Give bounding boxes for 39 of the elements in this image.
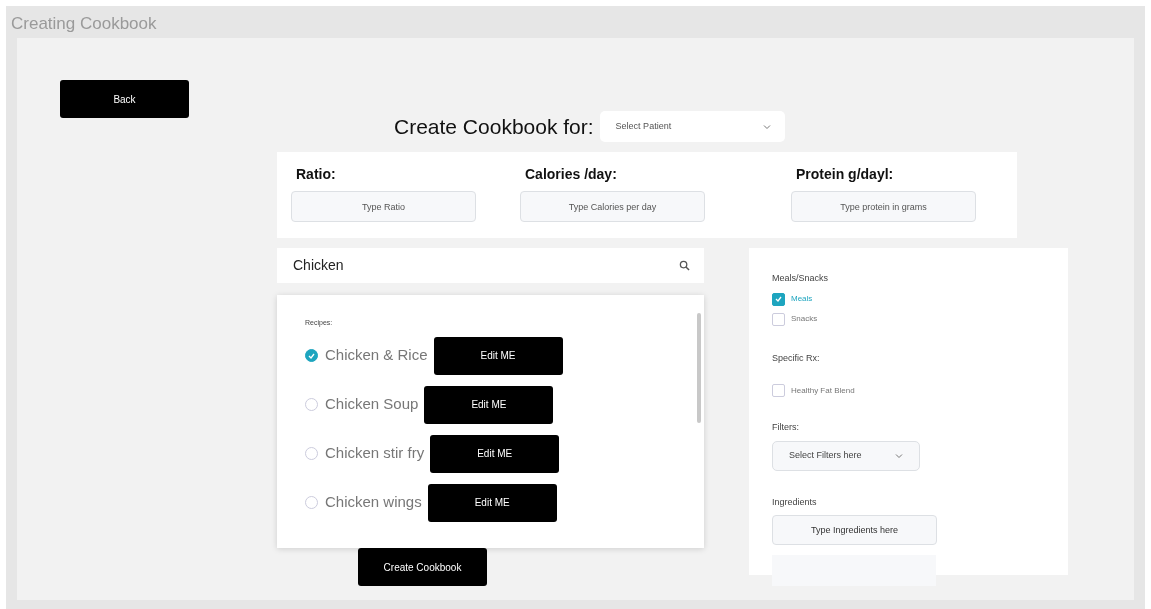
scrollbar[interactable] — [697, 313, 701, 423]
field-label: Calories /day: — [524, 165, 618, 184]
edit-button[interactable]: Edit ME — [430, 434, 560, 473]
section-label: Ingredients — [772, 495, 818, 509]
heading: Create Cookbook for: — [394, 113, 594, 140]
section-label: Filters: — [772, 421, 800, 434]
checkbox-label: Meals — [791, 293, 813, 305]
ingredients-field[interactable]: Type Ingredients here — [772, 515, 937, 545]
chevron-icon — [895, 452, 903, 459]
search-icon — [679, 260, 690, 271]
recipe-name: Chicken wings — [325, 492, 422, 513]
section-label: Specific Rx: — [772, 351, 821, 365]
checkbox-label: Healthy Fat Blend — [791, 384, 855, 397]
checkbox[interactable] — [772, 384, 785, 397]
edit-button[interactable]: Edit ME — [427, 483, 557, 522]
checkbox-label: Snacks — [791, 313, 818, 325]
section-label: Meals/Snacks — [772, 272, 830, 285]
recipe-name: Chicken & Rice — [325, 345, 428, 366]
chevron-icon — [762, 123, 771, 130]
recipe-name: Chicken Soup — [325, 394, 419, 415]
field-label: Ratio: — [295, 165, 337, 184]
field-label: Protein g/dayl: — [795, 165, 895, 184]
check-icon — [308, 352, 315, 359]
input-field[interactable]: Type Calories per day — [520, 191, 705, 222]
create-cookbook-button[interactable]: Create Cookbook — [358, 548, 487, 586]
recipe-name: Chicken stir fry — [325, 443, 425, 464]
check-icon — [775, 296, 782, 302]
input-field[interactable]: Type Ratio — [291, 191, 476, 222]
filters-select[interactable]: Select Filters here — [772, 440, 920, 471]
edit-button[interactable]: Edit ME — [424, 385, 554, 424]
checkbox[interactable] — [772, 292, 785, 306]
window-title: Creating Cookbook — [10, 13, 158, 35]
back-button[interactable]: Back — [60, 80, 189, 118]
edit-button[interactable]: Edit ME — [433, 336, 563, 375]
patient-select[interactable]: Select Patient — [599, 111, 785, 142]
search-field[interactable]: Chicken — [277, 248, 704, 283]
recipe-checkbox[interactable] — [305, 349, 318, 362]
checkbox[interactable] — [772, 312, 785, 326]
input-field[interactable]: Type protein in grams — [791, 191, 976, 222]
